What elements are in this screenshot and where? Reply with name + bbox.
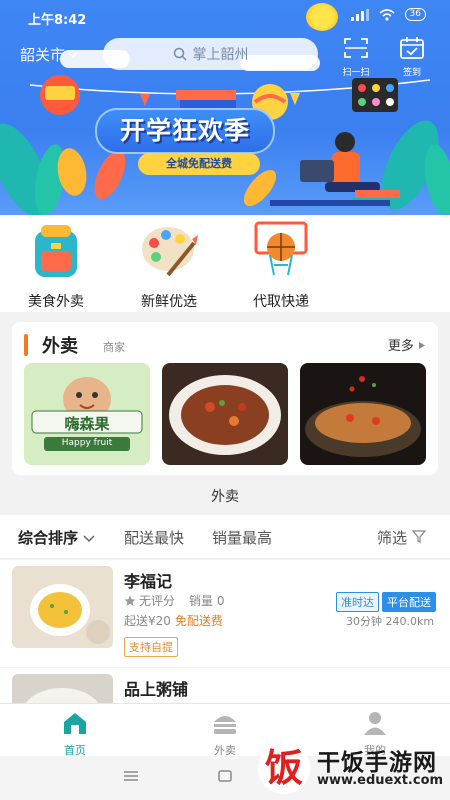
- section-title: 外卖: [42, 336, 78, 357]
- battery-icon: 36: [404, 8, 426, 21]
- badge-self-pickup: 支持自提: [124, 637, 178, 657]
- tag-platform-delivery: 平台配送: [382, 592, 436, 612]
- stirfry-dish-image: [162, 363, 288, 465]
- promo-subtitle: 全城免配送费: [138, 153, 260, 175]
- chevron-down-icon: [83, 535, 95, 543]
- search-bar[interactable]: 掌上韶州: [103, 38, 318, 70]
- sort-option-best-selling[interactable]: 销量最高: [212, 527, 272, 548]
- takeaway-card: 外卖 商家 更多 嗨森果 Happy fruit: [12, 322, 438, 475]
- section-accent-bar: [24, 334, 28, 356]
- takeaway-caption: 外卖: [211, 489, 239, 505]
- promo-banner[interactable]: 上午8:42 36 韶关市 掌上韶州 扫一扫 签到 开学狂欢季 全城免配送费: [0, 0, 450, 215]
- scan-label: 扫一扫: [342, 68, 370, 78]
- section-subtitle: 商家: [103, 341, 125, 354]
- search-placeholder: 掌上韶州: [192, 47, 249, 63]
- merchant-thumb-stirfry[interactable]: [162, 363, 288, 465]
- calendar-check-icon: [400, 37, 424, 59]
- quick-link-label: 美食外卖: [28, 294, 84, 310]
- status-bar: 上午8:42 36: [0, 0, 450, 32]
- shop-delivery-row: 起送¥20 免配送费: [124, 612, 223, 629]
- filter-icon: [411, 530, 427, 543]
- sort-option-fastest[interactable]: 配送最快: [124, 527, 184, 548]
- city-selector[interactable]: 韶关市: [20, 44, 78, 65]
- watermark-logo-char: 饭: [265, 746, 303, 790]
- shop-image: [12, 566, 113, 648]
- promo-title: 开学狂欢季: [95, 108, 275, 154]
- sales-text: 销量 0: [189, 594, 225, 608]
- sort-bar: 综合排序 配送最快 销量最高 筛选: [0, 515, 450, 559]
- more-link[interactable]: 更多: [388, 335, 426, 354]
- top-bar: 韶关市 掌上韶州 扫一扫 签到: [0, 36, 450, 78]
- filter-label: 筛选: [377, 529, 408, 547]
- filter-button[interactable]: 筛选: [377, 527, 427, 548]
- shop-name: 李福记: [124, 572, 173, 591]
- fruit-logo-text: 嗨森果: [64, 415, 110, 433]
- burger-icon: [214, 716, 236, 734]
- sort-label: 综合排序: [18, 529, 79, 547]
- watermark-url: www.eduext.com: [317, 773, 444, 788]
- tag-on-time: 准时达: [336, 592, 379, 612]
- status-icons: 36: [350, 8, 426, 21]
- wifi-icon: [379, 8, 395, 21]
- rating-text: 无评分: [139, 594, 176, 608]
- quick-link-label: 代取快递: [253, 294, 309, 310]
- city-label: 韶关市: [20, 46, 66, 64]
- shop-card-lifuji[interactable]: 李福记 无评分 销量 0 起送¥20 免配送费 准时达 平台配送 30分钟 24…: [0, 560, 450, 667]
- porridge-dish-image: [12, 566, 113, 648]
- delivery-fee-text: 免配送费: [174, 614, 223, 628]
- checkin-label: 签到: [402, 68, 421, 78]
- palette-icon: [142, 227, 198, 277]
- tab-home[interactable]: 首页: [35, 710, 115, 758]
- merchant-thumb-fruit[interactable]: 嗨森果 Happy fruit: [24, 363, 150, 465]
- congee-dish-image: [12, 674, 113, 703]
- rating: 无评分: [124, 592, 175, 609]
- scan-button[interactable]: 扫一扫: [336, 36, 376, 78]
- merchant-thumb-dry-pot[interactable]: [300, 363, 426, 465]
- shop-name: 品上粥铺: [124, 680, 189, 699]
- shop-image: [12, 674, 113, 703]
- quick-link-label: 新鲜优选: [141, 294, 197, 310]
- watermark-title: 干饭手游网: [317, 750, 437, 776]
- menu-icon[interactable]: [124, 770, 138, 782]
- quick-link-fresh-select[interactable]: 新鲜优选: [124, 221, 214, 311]
- backpack-icon: [35, 225, 77, 277]
- watermark-logo: 饭: [258, 742, 310, 794]
- shop-rating-row: 无评分 销量 0: [124, 592, 224, 609]
- home-icon: [64, 713, 86, 734]
- status-time: 上午8:42: [28, 13, 87, 28]
- quick-link-food-delivery[interactable]: 美食外卖: [11, 221, 101, 311]
- triangle-right-icon: [419, 342, 425, 349]
- eta-distance-text: 30分钟 240.0km: [346, 615, 435, 628]
- scan-icon: [344, 38, 368, 58]
- min-order-text: 起送¥20: [124, 614, 171, 628]
- tab-takeaway[interactable]: 外卖: [185, 710, 265, 758]
- dry-pot-dish-image: [300, 363, 426, 465]
- shop-card-pinshang[interactable]: 品上粥铺: [0, 668, 450, 703]
- chevron-down-icon: [68, 51, 78, 58]
- star-icon: [124, 595, 136, 606]
- sort-option-comprehensive[interactable]: 综合排序: [18, 527, 95, 548]
- quick-links: 美食外卖 新鲜优选 代取快递: [0, 215, 450, 312]
- checkin-button[interactable]: 签到: [392, 36, 432, 78]
- home-nav-icon[interactable]: [218, 770, 232, 782]
- search-icon: [173, 47, 187, 61]
- user-icon: [364, 712, 386, 735]
- signal-icon: [350, 8, 369, 21]
- quick-link-parcel-pickup[interactable]: 代取快递: [236, 221, 326, 311]
- fruit-logo-subtext: Happy fruit: [61, 438, 113, 448]
- more-label: 更多: [387, 339, 414, 354]
- site-watermark: 饭 干饭手游网 www.eduext.com: [255, 737, 450, 800]
- basketball-icon: [254, 221, 308, 276]
